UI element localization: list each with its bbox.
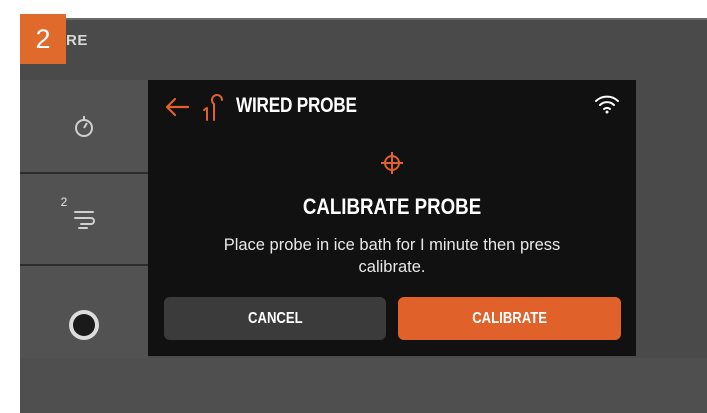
calibrate-button[interactable]: CALIBRATE <box>398 297 621 340</box>
sidebar-item-probe[interactable] <box>20 266 148 358</box>
wired-probe-1-icon <box>203 94 223 121</box>
dialog-message: Place probe in ice bath for I minute the… <box>223 236 561 276</box>
sidebar <box>20 80 148 358</box>
cancel-button-label: CANCEL <box>247 309 303 327</box>
cancel-button[interactable]: CANCEL <box>164 297 386 340</box>
screen-edge <box>20 18 707 20</box>
calibrate-probe-dialog: WIRED PROBE CALIBRATE PROBE Place probe … <box>148 80 636 356</box>
wifi-icon <box>595 95 619 114</box>
probe-slot-number: 2 <box>60 195 68 209</box>
crosshair-icon <box>381 152 403 174</box>
dialog-header: WIRED PROBE <box>148 80 636 132</box>
dialog-heading: CALIBRATE PROBE <box>302 194 482 219</box>
background-title: RE <box>66 32 88 49</box>
step-badge: 2 <box>20 14 66 64</box>
dialog-title: WIRED PROBE <box>236 94 357 117</box>
probe-jack-icon <box>69 310 99 340</box>
sidebar-item-timer[interactable] <box>20 80 148 172</box>
back-arrow-icon[interactable] <box>164 96 190 118</box>
smoke-icon <box>74 211 95 229</box>
bottom-bar <box>20 358 707 413</box>
sidebar-item-smoke[interactable] <box>20 174 148 264</box>
timer-icon <box>75 116 93 137</box>
calibrate-button-label: CALIBRATE <box>472 309 547 327</box>
